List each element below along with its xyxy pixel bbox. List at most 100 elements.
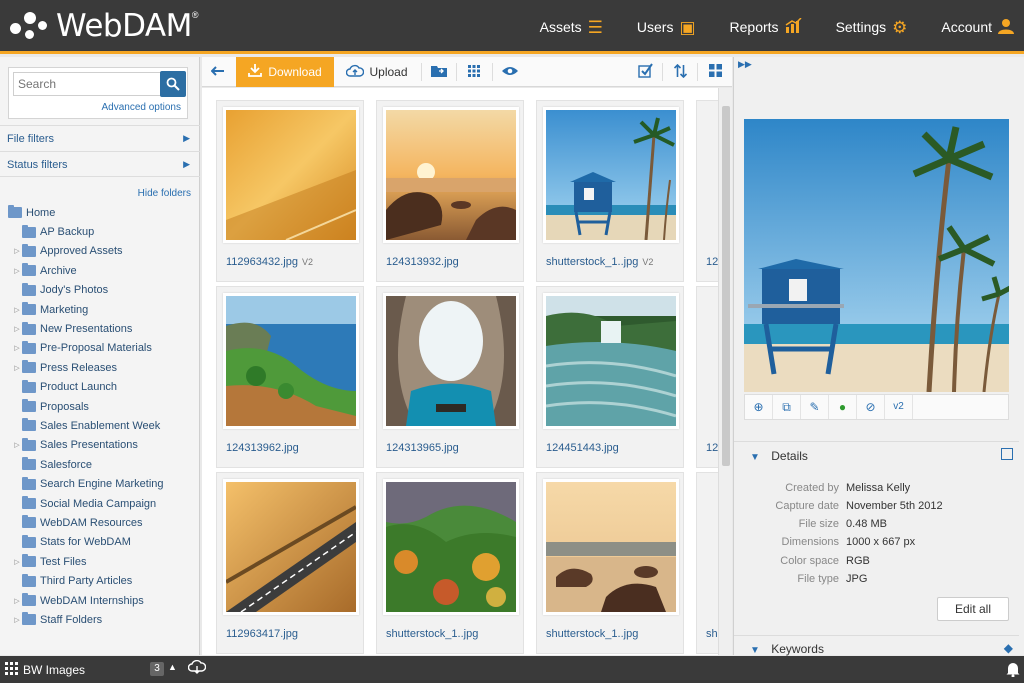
move-to-folder-button[interactable]	[424, 57, 454, 87]
asset-card-partial[interactable]: 12	[696, 100, 718, 282]
folder-item[interactable]: Sales Enablement Week	[0, 416, 200, 435]
nav-assets[interactable]: Assets ☰	[540, 19, 603, 36]
download-label: Download	[268, 65, 322, 79]
expand-folder-icon[interactable]: ▷	[12, 441, 22, 449]
asset-thumbnail[interactable]	[226, 482, 356, 612]
cloud-download-icon[interactable]	[187, 659, 207, 677]
asset-thumbnail[interactable]	[226, 110, 356, 240]
webdam-logo[interactable]: WebDAM ®	[8, 6, 199, 46]
folder-item[interactable]: Stats for WebDAM	[0, 533, 200, 552]
hide-folders-link[interactable]: Hide folders	[138, 188, 191, 199]
folder-item[interactable]: ▷ Approved Assets	[0, 242, 200, 261]
asset-card[interactable]: 124313962.jpg	[216, 286, 364, 468]
keywords-section-header[interactable]: ▼ Keywords ◆	[734, 635, 1019, 656]
bell-icon[interactable]	[1006, 661, 1020, 680]
view-larger-icon[interactable]: ⧉	[773, 395, 801, 419]
asset-card[interactable]: shutterstock_1..jpg	[536, 472, 684, 654]
asset-thumbnail[interactable]	[226, 296, 356, 426]
folder-home[interactable]: Home	[0, 203, 200, 222]
collapse-panel-icon[interactable]: ▶▶	[738, 59, 752, 70]
nav-settings[interactable]: Settings ⚙	[836, 19, 908, 36]
folder-item[interactable]: ▷ New Presentations	[0, 319, 200, 338]
asset-card[interactable]: 124313932.jpg	[376, 100, 524, 282]
folder-item[interactable]: Jody's Photos	[0, 281, 200, 300]
expand-folder-icon[interactable]: ▷	[12, 558, 22, 566]
nav-users[interactable]: Users ▣	[637, 19, 696, 36]
expand-folder-icon[interactable]: ▷	[12, 364, 22, 372]
asset-grid-scrollbar[interactable]	[718, 88, 732, 655]
version-label[interactable]: v2	[885, 395, 913, 419]
sort-button[interactable]	[665, 57, 695, 87]
asset-thumbnail[interactable]	[546, 110, 676, 240]
expand-folder-icon[interactable]: ▷	[12, 247, 22, 255]
asset-preview-image[interactable]	[744, 119, 1009, 392]
folder-item[interactable]: Third Party Articles	[0, 571, 200, 590]
back-button[interactable]	[202, 57, 234, 87]
folder-item[interactable]: Salesforce	[0, 455, 200, 474]
asset-thumbnail[interactable]	[386, 296, 516, 426]
status-dot-icon[interactable]: ●	[829, 395, 857, 419]
folder-item[interactable]: ▷ Pre-Proposal Materials	[0, 339, 200, 358]
expand-folder-icon[interactable]: ▷	[12, 267, 22, 275]
advanced-options-link[interactable]: Advanced options	[101, 102, 181, 113]
apps-grid-icon[interactable]	[5, 662, 18, 678]
expand-folder-icon[interactable]: ▷	[12, 306, 22, 314]
asset-card[interactable]: shutterstock_1..jpg	[376, 472, 524, 654]
expand-folder-icon[interactable]: ▷	[12, 616, 22, 624]
asset-thumbnail[interactable]	[386, 110, 516, 240]
folder-item[interactable]: ▷ Marketing	[0, 300, 200, 319]
folder-item[interactable]: Proposals	[0, 397, 200, 416]
tag-icon[interactable]: ◆	[1004, 641, 1013, 655]
status-filters-toggle[interactable]: Status filters ▶	[0, 151, 200, 177]
asset-thumbnail[interactable]	[386, 482, 516, 612]
nav-account[interactable]: Account	[941, 18, 1014, 37]
asset-card-partial[interactable]: 12	[696, 286, 718, 468]
asset-card[interactable]: 124313965.jpg	[376, 286, 524, 468]
asset-card[interactable]: 124451443.jpg	[536, 286, 684, 468]
folder-item[interactable]: ▷ Press Releases	[0, 358, 200, 377]
grid-size-button[interactable]	[459, 57, 489, 87]
upload-button[interactable]: Upload	[342, 57, 412, 87]
collection-name[interactable]: BW Images	[23, 663, 85, 677]
asset-card[interactable]: shutterstock_1..jpg V2	[536, 100, 684, 282]
folder-item[interactable]: ▷ Staff Folders	[0, 610, 200, 629]
asset-thumbnail[interactable]	[546, 482, 676, 612]
zoom-icon[interactable]: ⊕	[745, 395, 773, 419]
toolbar-divider	[492, 63, 493, 81]
folder-item[interactable]: AP Backup	[0, 222, 200, 241]
expand-folder-icon[interactable]: ▷	[12, 344, 22, 352]
folder-item[interactable]: ▷ Test Files	[0, 552, 200, 571]
asset-card-partial[interactable]: sh	[696, 472, 718, 654]
preview-button[interactable]	[495, 57, 525, 87]
asset-thumbnail[interactable]	[546, 296, 676, 426]
folder-item[interactable]: ▷ Sales Presentations	[0, 436, 200, 455]
nav-reports[interactable]: Reports	[730, 17, 802, 36]
folder-item[interactable]: ▷ Archive	[0, 261, 200, 280]
file-filters-toggle[interactable]: File filters ▶	[0, 125, 200, 151]
visibility-icon[interactable]: ⊘	[857, 395, 885, 419]
expand-folder-icon[interactable]: ▷	[12, 597, 22, 605]
calendar-icon[interactable]	[1001, 448, 1013, 460]
details-section-header[interactable]: ▼ Details	[734, 441, 1019, 467]
nav-settings-label: Settings	[835, 19, 887, 35]
edit-pencil-icon[interactable]: ✎	[801, 395, 829, 419]
folder-item[interactable]: Search Engine Marketing	[0, 474, 200, 493]
detail-key: Dimensions	[781, 536, 839, 548]
search-input[interactable]	[13, 72, 161, 96]
chevron-up-icon[interactable]: ▲	[168, 662, 177, 672]
expand-folder-icon[interactable]: ▷	[12, 325, 22, 333]
scrollbar-thumb[interactable]	[722, 106, 730, 466]
folder-icon	[22, 360, 36, 374]
asset-card[interactable]: 112963432.jpg V2	[216, 100, 364, 282]
folder-item[interactable]: WebDAM Resources	[0, 513, 200, 532]
edit-all-button[interactable]: Edit all	[937, 597, 1009, 621]
asset-card[interactable]: 112963417.jpg	[216, 472, 364, 654]
search-button[interactable]	[160, 71, 186, 97]
folder-item[interactable]: ▷ WebDAM Internships	[0, 591, 200, 610]
select-all-button[interactable]	[630, 57, 660, 87]
folder-item[interactable]: Social Media Campaign	[0, 494, 200, 513]
folder-item[interactable]: Product Launch	[0, 378, 200, 397]
collapse-down-icon: ▼	[750, 452, 760, 463]
layout-toggle-button[interactable]	[700, 57, 730, 87]
download-button[interactable]: Download	[236, 57, 334, 87]
